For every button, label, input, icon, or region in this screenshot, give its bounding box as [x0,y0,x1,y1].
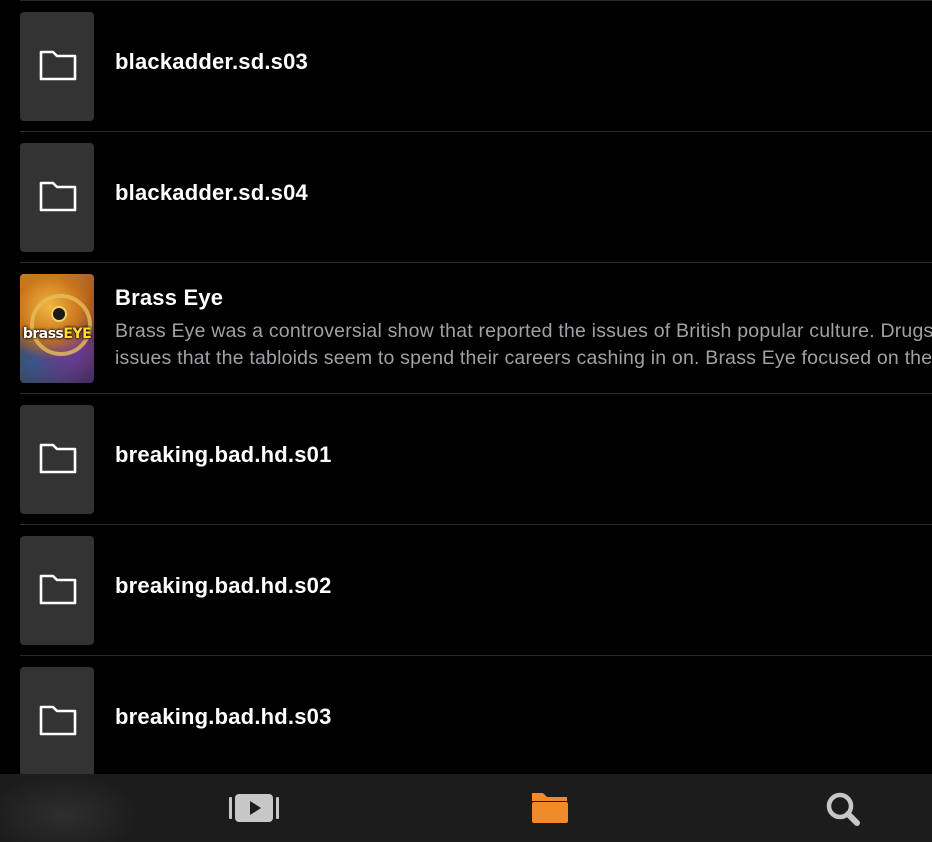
description-line-2: issues that the tabloids seem to spend t… [115,347,932,369]
brass-eye-poster: brassEYE [20,274,94,383]
description-line-1: Brass Eye was a controversial show that … [115,320,932,342]
list-item-folder[interactable]: breaking.bad.hd.s03 [0,656,932,774]
list-item-folder[interactable]: breaking.bad.hd.s02 [0,525,932,656]
list-item-folder[interactable]: blackadder.sd.s04 [0,132,932,263]
folder-title: blackadder.sd.s03 [115,49,308,74]
folder-thumbnail [20,667,94,774]
list-item-folder[interactable]: blackadder.sd.s03 [0,1,932,132]
media-description: Brass Eye was a controversial show that … [115,318,932,372]
media-title: Brass Eye [115,285,224,310]
folder-title: breaking.bad.hd.s03 [115,704,332,729]
tab-search[interactable] [814,788,870,828]
folder-thumbnail [20,12,94,121]
tabbar-highlight [0,774,140,842]
poster-ring [30,294,92,356]
list-item-folder[interactable]: breaking.bad.hd.s01 [0,394,932,525]
folder-icon [39,443,77,474]
folder-icon [39,181,77,212]
folder-title: breaking.bad.hd.s02 [115,573,332,598]
poster-logo: brassEYE [22,326,92,342]
tab-files[interactable] [521,788,577,828]
folder-icon [39,705,77,736]
search-icon [826,792,860,826]
folder-title: breaking.bad.hd.s01 [115,442,332,467]
video-library-icon [229,794,279,822]
folder-icon [39,574,77,605]
tab-video[interactable] [227,788,283,828]
folder-filled-icon [532,793,568,823]
folder-icon [39,50,77,81]
folder-thumbnail [20,405,94,514]
tab-bar [0,774,932,842]
poster-thumbnail: brassEYE [20,274,94,383]
file-browser-list: blackadder.sd.s03 blackadder.sd.s04 bras… [0,0,932,774]
folder-thumbnail [20,143,94,252]
poster-eye-mark [51,306,67,322]
list-item-media[interactable]: brassEYE Brass Eye Brass Eye was a contr… [0,263,932,394]
folder-thumbnail [20,536,94,645]
folder-title: blackadder.sd.s04 [115,180,308,205]
